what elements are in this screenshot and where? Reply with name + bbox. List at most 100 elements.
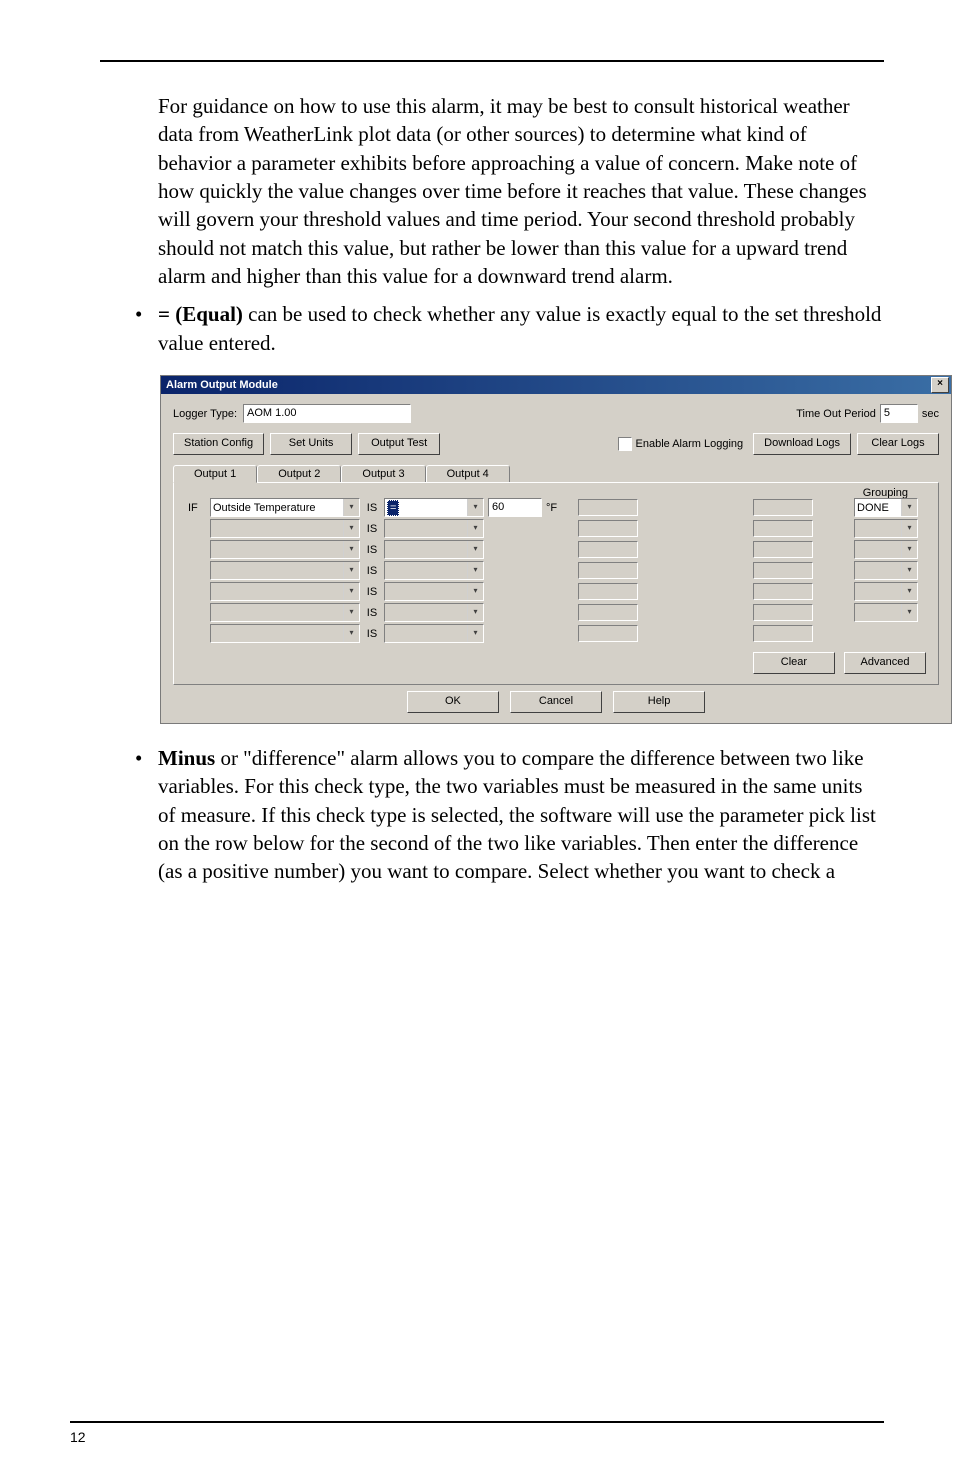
- grouping-dropdown-2[interactable]: ▾: [854, 519, 918, 538]
- progress-6b: [753, 604, 813, 621]
- progress-7b: [753, 625, 813, 642]
- chevron-down-icon: ▾: [901, 520, 917, 537]
- bullet-equal: • = (Equal) can be used to check whether…: [135, 300, 884, 357]
- enable-alarm-label: Enable Alarm Logging: [636, 438, 744, 450]
- chevron-down-icon: ▾: [467, 562, 483, 579]
- progress-3b: [753, 541, 813, 558]
- condition-row-1: IF Outside Temperature▾ IS =▾ 60 °F DONE…: [186, 497, 926, 518]
- output-tabs: Output 1 Output 2 Output 3 Output 4: [173, 465, 939, 482]
- param-dropdown-3[interactable]: ▾: [210, 540, 360, 559]
- if-label: IF: [186, 497, 208, 518]
- timeout-field[interactable]: 5: [880, 404, 918, 423]
- operator-dropdown-7[interactable]: ▾: [384, 624, 484, 643]
- operator-dropdown-3[interactable]: ▾: [384, 540, 484, 559]
- chevron-down-icon: ▾: [343, 520, 359, 537]
- chevron-down-icon: ▾: [901, 499, 917, 516]
- tab-output2[interactable]: Output 2: [257, 465, 341, 482]
- operator-dropdown-2[interactable]: ▾: [384, 519, 484, 538]
- chevron-down-icon: ▾: [343, 583, 359, 600]
- set-units-button[interactable]: Set Units: [270, 433, 352, 455]
- minus-text: or "difference" alarm allows you to comp…: [158, 746, 876, 883]
- chevron-down-icon: ▾: [901, 583, 917, 600]
- condition-row-3: ▾ IS ▾ ▾: [186, 539, 926, 560]
- bullet-minus: • Minus or "difference" alarm allows you…: [135, 744, 884, 886]
- progress-7: [578, 625, 638, 642]
- operator-dropdown-1[interactable]: =▾: [384, 498, 484, 517]
- chevron-down-icon: ▾: [343, 604, 359, 621]
- chevron-down-icon: ▾: [901, 541, 917, 558]
- condition-row-5: ▾ IS ▾ ▾: [186, 581, 926, 602]
- cancel-button[interactable]: Cancel: [510, 691, 602, 713]
- tab-output3[interactable]: Output 3: [341, 465, 425, 482]
- tab-output1[interactable]: Output 1: [173, 465, 257, 483]
- value-field-1[interactable]: 60: [488, 498, 542, 517]
- param-dropdown-7[interactable]: ▾: [210, 624, 360, 643]
- progress-5: [578, 583, 638, 600]
- progress-3: [578, 541, 638, 558]
- chevron-down-icon: ▾: [901, 604, 917, 621]
- dialog-titlebar: Alarm Output Module ×: [161, 376, 951, 394]
- minus-term: Minus: [158, 746, 215, 770]
- progress-4: [578, 562, 638, 579]
- chevron-down-icon: ▾: [343, 562, 359, 579]
- chevron-down-icon: ▾: [343, 541, 359, 558]
- clear-button[interactable]: Clear: [753, 652, 835, 674]
- advanced-button[interactable]: Advanced: [844, 652, 926, 674]
- param-dropdown-4[interactable]: ▾: [210, 561, 360, 580]
- operator-dropdown-6[interactable]: ▾: [384, 603, 484, 622]
- condition-row-6: ▾ IS ▾ ▾: [186, 602, 926, 623]
- download-logs-button[interactable]: Download Logs: [753, 433, 851, 455]
- equal-term: = (Equal): [158, 302, 243, 326]
- page-number: 12: [70, 1429, 954, 1445]
- operator-dropdown-4[interactable]: ▾: [384, 561, 484, 580]
- operator-dropdown-5[interactable]: ▾: [384, 582, 484, 601]
- tab-panel: Grouping IF Outside Temperature▾ IS =▾ 6…: [173, 482, 939, 685]
- close-icon[interactable]: ×: [931, 377, 949, 393]
- page-footer: 12: [0, 1421, 954, 1445]
- logger-type-label: Logger Type:: [173, 408, 237, 420]
- chevron-down-icon: ▾: [467, 625, 483, 642]
- timeout-label: Time Out Period: [796, 408, 876, 420]
- dialog-title: Alarm Output Module: [166, 379, 278, 391]
- progress-4b: [753, 562, 813, 579]
- grouping-dropdown-6[interactable]: ▾: [854, 603, 918, 622]
- progress-6: [578, 604, 638, 621]
- chevron-down-icon: ▾: [467, 541, 483, 558]
- equal-text: can be used to check whether any value i…: [158, 302, 881, 354]
- clear-logs-button[interactable]: Clear Logs: [857, 433, 939, 455]
- logger-type-field[interactable]: AOM 1.00: [243, 404, 411, 423]
- condition-row-7: ▾ IS ▾: [186, 623, 926, 644]
- chevron-down-icon: ▾: [467, 583, 483, 600]
- grouping-dropdown-1[interactable]: DONE▾: [854, 498, 918, 517]
- grouping-dropdown-5[interactable]: ▾: [854, 582, 918, 601]
- paragraph-guidance: For guidance on how to use this alarm, i…: [158, 92, 884, 290]
- condition-row-2: ▾ IS ▾ ▾: [186, 518, 926, 539]
- chevron-down-icon: ▾: [467, 520, 483, 537]
- chevron-down-icon: ▾: [343, 625, 359, 642]
- bullet-marker: •: [135, 744, 158, 886]
- help-button[interactable]: Help: [613, 691, 705, 713]
- progress-1b: [753, 499, 813, 516]
- alarm-output-dialog: Alarm Output Module × Logger Type: AOM 1…: [160, 375, 952, 724]
- condition-row-4: ▾ IS ▾ ▾: [186, 560, 926, 581]
- progress-5b: [753, 583, 813, 600]
- chevron-down-icon: ▾: [343, 499, 359, 516]
- progress-2b: [753, 520, 813, 537]
- timeout-unit: sec: [922, 408, 939, 420]
- unit-label-1: °F: [544, 497, 576, 518]
- progress-2: [578, 520, 638, 537]
- param-dropdown-5[interactable]: ▾: [210, 582, 360, 601]
- param-dropdown-1[interactable]: Outside Temperature▾: [210, 498, 360, 517]
- chevron-down-icon: ▾: [901, 562, 917, 579]
- chevron-down-icon: ▾: [467, 499, 483, 516]
- param-dropdown-6[interactable]: ▾: [210, 603, 360, 622]
- grouping-dropdown-3[interactable]: ▾: [854, 540, 918, 559]
- param-dropdown-2[interactable]: ▾: [210, 519, 360, 538]
- tab-output4[interactable]: Output 4: [426, 465, 510, 482]
- output-test-button[interactable]: Output Test: [358, 433, 440, 455]
- enable-alarm-checkbox[interactable]: [618, 437, 632, 451]
- ok-button[interactable]: OK: [407, 691, 499, 713]
- grouping-dropdown-4[interactable]: ▾: [854, 561, 918, 580]
- is-label: IS: [362, 497, 382, 518]
- station-config-button[interactable]: Station Config: [173, 433, 264, 455]
